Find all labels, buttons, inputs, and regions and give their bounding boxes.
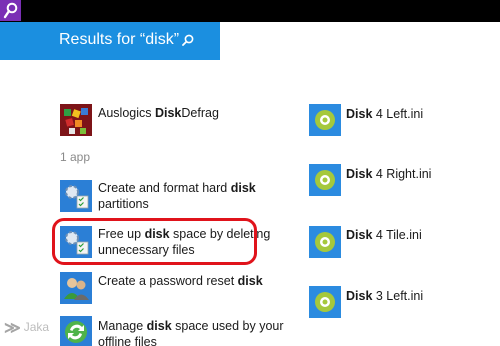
top-bar [0,0,500,22]
app-result-defrag[interactable]: Auslogics DiskDefrag [98,105,219,121]
watermark: ≫ Jaka [4,320,50,337]
defrag-app-icon[interactable] [60,104,92,136]
settings-gear-icon[interactable] [309,164,341,196]
setting-result-password-reset[interactable]: Create a password reset disk [98,273,263,289]
control-panel-icon[interactable] [60,180,92,212]
search-charm-button[interactable] [0,0,21,21]
file-result-disk3left[interactable]: Disk 3 Left.ini [346,288,423,304]
settings-gear-icon[interactable] [309,226,341,258]
user-accounts-icon[interactable] [60,272,92,304]
setting-result-offline-files[interactable]: Manage disk space used by your offline f… [98,318,284,346]
highlight-annotation [52,218,257,265]
setting-result-format-partitions[interactable]: Create and format hard disk partitions [98,180,256,212]
search-results-header: Results for “disk” [0,22,220,60]
page-title: Results for “disk” [59,31,180,48]
settings-gear-icon[interactable] [309,286,341,318]
chevron-right-icon: ≫ [4,320,21,337]
search-icon[interactable] [182,34,194,46]
search-icon [3,2,18,19]
file-result-disk4tile[interactable]: Disk 4 Tile.ini [346,227,422,243]
file-result-disk4right[interactable]: Disk 4 Right.ini [346,166,431,182]
apps-count-label: 1 app [60,150,91,164]
settings-gear-icon[interactable] [309,104,341,136]
sync-center-icon[interactable] [60,316,92,346]
file-result-disk4left[interactable]: Disk 4 Left.ini [346,106,423,122]
